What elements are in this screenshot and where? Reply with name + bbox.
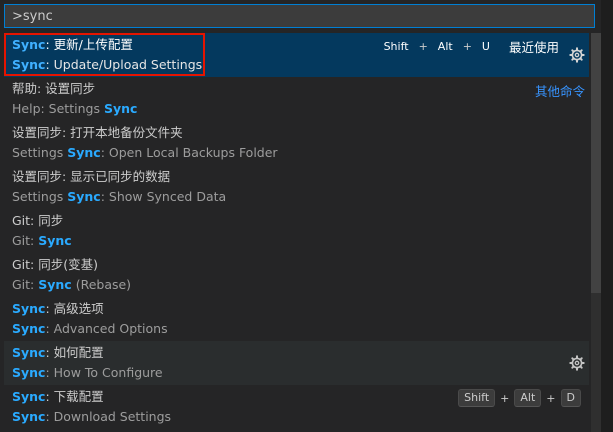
command-label: Sync: 如何配置 [12,345,104,361]
command-detail-suffix: : Open Local Backups Folder [100,145,278,160]
match-highlight: Sync [12,345,46,360]
match-highlight: Sync [12,365,46,380]
command-detail-prefix: Settings [12,145,68,160]
command-search-input[interactable] [5,5,594,28]
match-highlight: Sync [12,57,46,72]
command-item-sync-how-to-configure[interactable]: Sync: 如何配置 Sync: How To Configure [4,341,589,385]
command-label: 设置同步: 打开本地备份文件夹 [12,125,183,141]
command-label: Git: 同步 [12,213,63,229]
command-detail: Settings Sync: Show Synced Data [12,189,226,205]
match-highlight: Sync [12,389,46,404]
command-label: Git: 同步(变基) [12,257,98,273]
command-list: Sync: 更新/上传配置 Sync: Update/Upload Settin… [4,33,589,429]
command-item-git-sync-rebase[interactable]: Git: 同步(变基) Git: Sync (Rebase) [4,253,589,297]
command-item-sync-upload[interactable]: Sync: 更新/上传配置 Sync: Update/Upload Settin… [4,33,589,77]
editor-background-edge [601,0,613,432]
command-item-sync-advanced-options[interactable]: Sync: 高级选项 Sync: Advanced Options [4,297,589,341]
match-highlight: Sync [67,145,101,160]
key-shift: Shift [383,39,409,53]
other-commands-label: 其他命令 [534,84,585,99]
gear-icon[interactable] [569,355,585,371]
list-scrollbar[interactable] [591,33,601,432]
keybinding: Shift + Alt + D [458,389,581,407]
command-palette: Sync: 更新/上传配置 Sync: Update/Upload Settin… [0,0,613,432]
command-label-text: Git: 同步(变基) [12,257,98,272]
command-detail-suffix: : Download Settings [45,409,172,424]
key-alt: Alt [514,389,542,407]
command-detail: Settings Sync: Open Local Backups Folder [12,145,278,161]
command-detail-prefix: Git: [12,277,39,292]
command-detail: Git: Sync [12,233,72,249]
command-label-text: Git: 同步 [12,213,64,228]
keybinding: Shift + Alt + U 最近使用 [379,37,559,56]
command-detail-suffix: : Update/Upload Settings [45,57,203,72]
command-detail-suffix: : Advanced Options [45,321,168,336]
command-item-open-local-backups[interactable]: 设置同步: 打开本地备份文件夹 Settings Sync: Open Loca… [4,121,589,165]
command-label-text: 设置同步: 显示已同步的数据 [12,169,171,184]
command-detail-suffix: : Show Synced Data [100,189,227,204]
match-highlight: Sync [12,409,46,424]
match-highlight: Sync [38,277,72,292]
command-label: Sync: 下载配置 [12,389,104,405]
recently-used-label: 最近使用 [508,40,559,55]
command-label-text: : 下载配置 [45,389,104,404]
command-detail: Sync: How To Configure [12,365,163,381]
key-separator: + [418,40,428,53]
command-label-text: 设置同步: 打开本地备份文件夹 [12,125,183,140]
command-detail-prefix: Git: [12,233,39,248]
command-label: 帮助: 设置同步 [12,81,95,97]
match-highlight: Sync [12,321,46,336]
key-separator: + [546,391,556,405]
match-highlight: Sync [67,189,101,204]
gear-icon[interactable] [569,47,585,63]
command-label: Sync: 高级选项 [12,301,104,317]
key-d: D [560,389,581,407]
match-highlight: Sync [12,301,46,316]
command-item-git-sync[interactable]: Git: 同步 Git: Sync [4,209,589,253]
command-detail: Help: Settings Sync [12,101,137,117]
match-highlight: Sync [12,37,46,52]
command-label-text: : 高级选项 [45,301,104,316]
command-label-text: : 更新/上传配置 [45,37,133,52]
command-label: 设置同步: 显示已同步的数据 [12,169,170,185]
command-detail-prefix: Settings [12,189,68,204]
command-item-show-synced-data[interactable]: 设置同步: 显示已同步的数据 Settings Sync: Show Synce… [4,165,589,209]
key-separator: + [500,391,510,405]
scrollbar-thumb[interactable] [591,33,601,293]
command-detail: Sync: Download Settings [12,409,171,425]
match-highlight: Sync [38,233,72,248]
command-detail-prefix: Help: Settings [12,101,104,116]
key-alt: Alt [437,39,453,53]
command-detail: Git: Sync (Rebase) [12,277,131,293]
command-label: Sync: 更新/上传配置 [12,37,133,53]
key-separator: + [462,40,472,53]
command-input-wrapper [4,4,595,28]
command-item-sync-download[interactable]: Sync: 下载配置 Sync: Download Settings Shift… [4,385,589,429]
command-detail: Sync: Update/Upload Settings [12,57,202,73]
command-label-text: 帮助: 设置同步 [12,81,96,96]
command-label-text: : 如何配置 [45,345,104,360]
command-detail-suffix: (Rebase) [71,277,132,292]
key-u: U [481,39,490,53]
command-detail-suffix: : How To Configure [45,365,163,380]
command-detail: Sync: Advanced Options [12,321,168,337]
match-highlight: Sync [103,101,138,116]
command-item-help-settings-sync[interactable]: 帮助: 设置同步 Help: Settings Sync 其他命令 [4,77,589,121]
key-shift: Shift [458,389,496,407]
